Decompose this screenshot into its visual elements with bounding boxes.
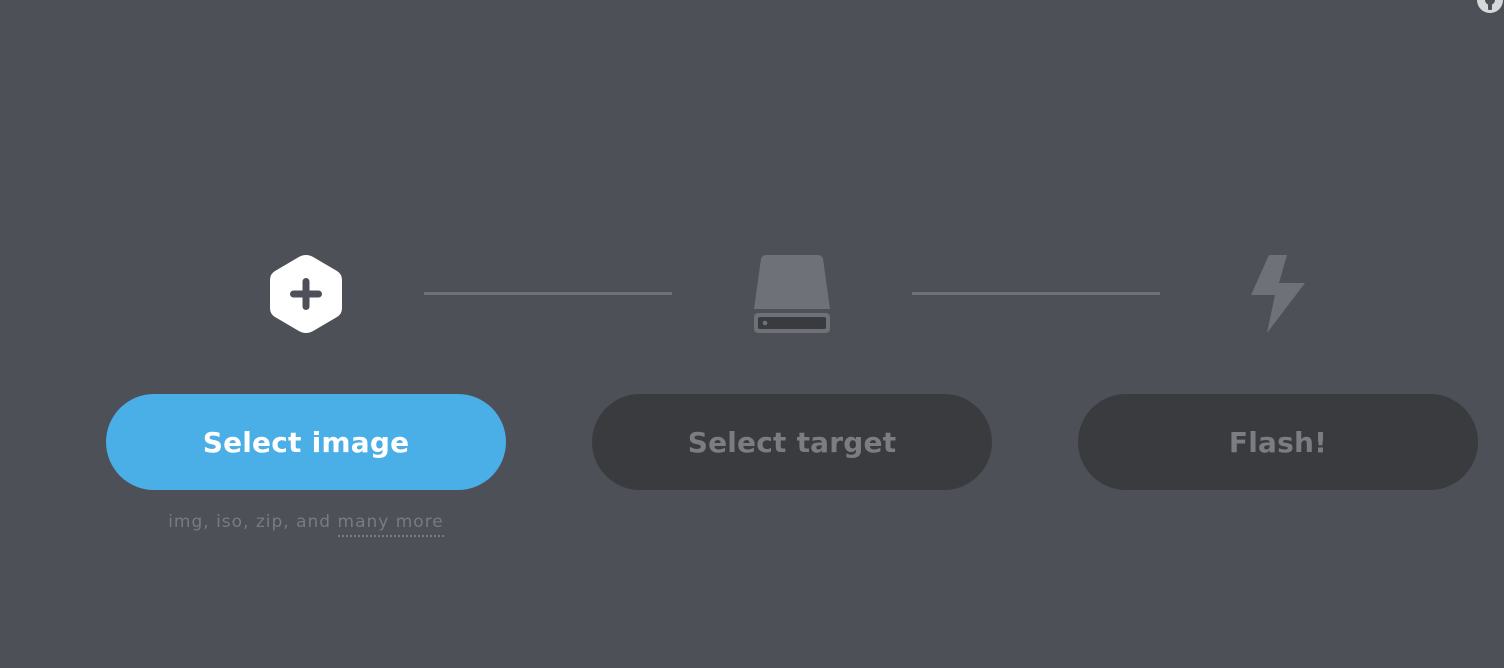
supported-formats-hint: img, iso, zip, and many more	[106, 512, 506, 537]
drive-icon	[752, 253, 832, 335]
plus-hexagon-icon	[266, 253, 346, 335]
many-more-link[interactable]: many more	[337, 512, 444, 537]
flash-button[interactable]: Flash!	[1078, 394, 1478, 490]
supported-formats-text: img, iso, zip, and	[168, 512, 338, 532]
select-target-button[interactable]: Select target	[592, 394, 992, 490]
settings-icon[interactable]	[1476, 0, 1504, 14]
lightning-icon	[1238, 253, 1318, 335]
step-connector-2	[912, 292, 1160, 295]
select-image-button[interactable]: Select image	[106, 394, 506, 490]
step-connector-1	[424, 292, 672, 295]
